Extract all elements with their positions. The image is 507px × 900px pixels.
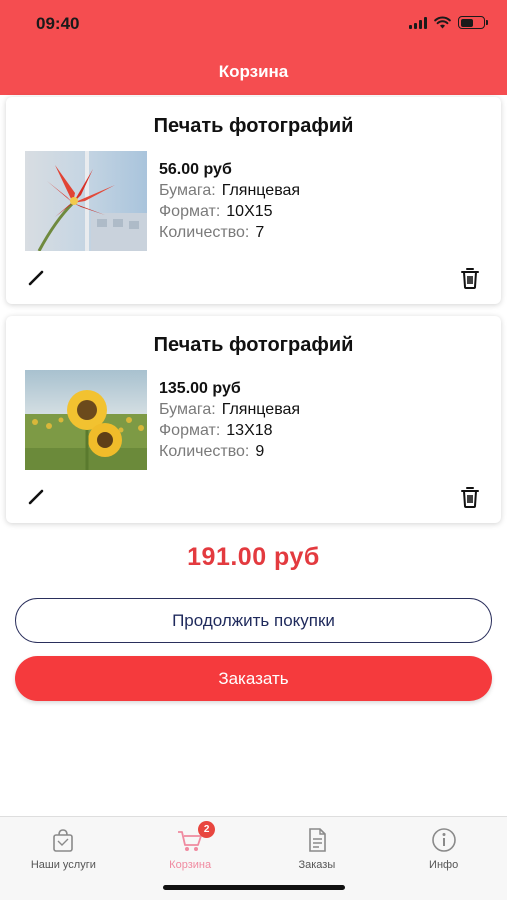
paper-label: Бумага: — [159, 182, 216, 199]
paper-value: Глянцевая — [221, 182, 301, 199]
tab-cart[interactable]: 2 Корзина — [127, 817, 254, 877]
continue-shopping-button[interactable]: Продолжить покупки — [15, 598, 492, 643]
paper-row: Бумага: Глянцевая — [159, 180, 300, 201]
signal-icon — [409, 16, 427, 29]
quantity-label: Количество: — [159, 224, 250, 241]
cart-total: 191.00 руб — [187, 543, 320, 571]
paper-row: Бумага: Глянцевая — [159, 399, 300, 420]
wifi-icon — [434, 16, 451, 29]
home-indicator — [163, 885, 345, 890]
status-time: 09:40 — [36, 14, 80, 33]
pencil-icon — [28, 270, 44, 286]
quantity-row: Количество: 7 — [159, 222, 300, 243]
tab-label: Заказы — [298, 859, 336, 871]
item-price: 56.00 руб — [159, 161, 232, 178]
format-value: 10X15 — [226, 203, 273, 220]
pencil-icon — [28, 489, 44, 505]
paper-value: Глянцевая — [221, 401, 301, 418]
format-value: 13X18 — [226, 422, 273, 439]
tab-label: Инфо — [429, 859, 459, 871]
quantity-label: Количество: — [159, 443, 250, 460]
paper-label: Бумага: — [159, 401, 216, 418]
delete-button[interactable] — [459, 485, 481, 509]
app-header: 09:40 Корзина — [0, 0, 507, 95]
quantity-value: 7 — [255, 224, 265, 241]
tab-orders[interactable]: Заказы — [254, 817, 381, 877]
tab-info[interactable]: Инфо — [380, 817, 507, 877]
page-title: Корзина — [218, 62, 289, 81]
shopping-bag-icon — [49, 827, 77, 853]
trash-icon — [461, 487, 479, 508]
tab-services[interactable]: Наши услуги — [0, 817, 127, 877]
edit-button[interactable] — [26, 485, 48, 507]
red-lily-photo — [25, 151, 147, 251]
sunflowers-photo — [25, 370, 147, 470]
quantity-row: Количество: 9 — [159, 441, 300, 462]
cart-item-details: 56.00 руб Бумага: Глянцевая Формат: 10X15 … — [159, 159, 300, 243]
tab-label: Корзина — [169, 859, 212, 871]
cart-item-card: Печать фотографий — [6, 316, 501, 523]
item-price: 135.00 руб — [159, 380, 241, 397]
edit-button[interactable] — [26, 266, 48, 288]
document-icon — [303, 827, 331, 853]
cart-item-title: Печать фотографий — [153, 115, 354, 137]
format-label: Формат: — [159, 203, 221, 220]
trash-icon — [461, 268, 479, 289]
tab-label: Наши услуги — [30, 859, 96, 871]
cart-item-title: Печать фотографий — [153, 334, 354, 356]
cart-badge: 2 — [198, 821, 216, 838]
info-icon — [430, 827, 458, 853]
cart-item-details: 135.00 руб Бумага: Глянцевая Формат: 13X18… — [159, 378, 300, 462]
quantity-value: 9 — [255, 443, 265, 460]
format-row: Формат: 13X18 — [159, 420, 300, 441]
order-button[interactable]: Заказать — [15, 656, 492, 701]
format-label: Формат: — [159, 422, 221, 439]
battery-icon — [458, 16, 488, 29]
format-row: Формат: 10X15 — [159, 201, 300, 222]
cart-icon: 2 — [176, 821, 216, 853]
delete-button[interactable] — [459, 266, 481, 290]
status-icons — [409, 16, 488, 29]
cart-item-card: Печать фотографий — [6, 97, 501, 304]
